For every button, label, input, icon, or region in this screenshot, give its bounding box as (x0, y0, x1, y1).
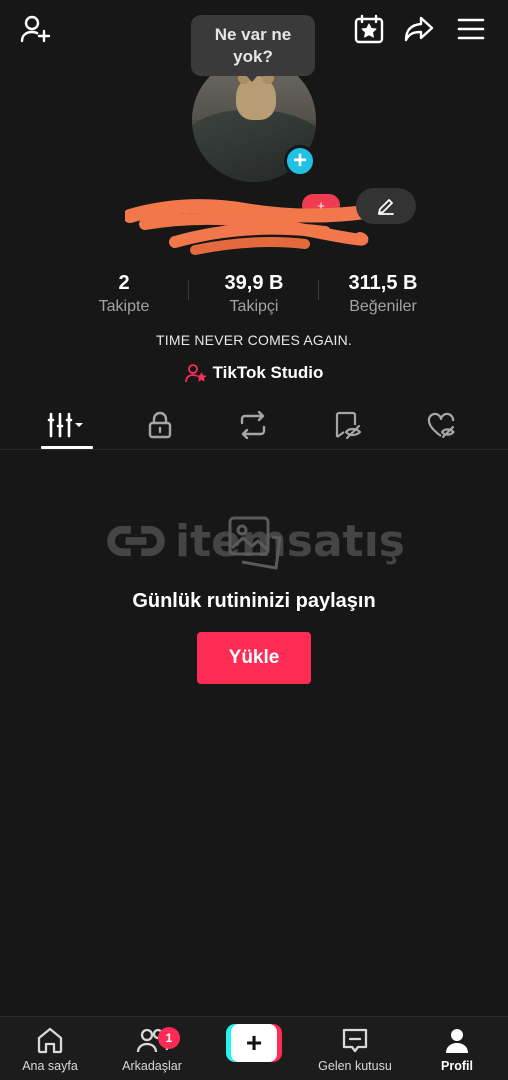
notification-badge: 1 (158, 1027, 180, 1049)
status-bubble-tail (245, 74, 259, 82)
edit-profile-button[interactable] (356, 188, 416, 224)
bottom-navigation: Ana sayfa 1 Arkadaşlar + Gelen kutusu Pr… (0, 1016, 508, 1080)
upload-button[interactable]: Yükle (197, 632, 311, 684)
profile-tabs (0, 400, 508, 450)
menu-icon[interactable] (454, 12, 488, 46)
plus-icon: + (231, 1024, 277, 1062)
nav-label: Arkadaşlar (122, 1059, 182, 1073)
share-icon[interactable] (402, 12, 436, 46)
inbox-icon (342, 1028, 368, 1053)
stat-value: 2 (118, 272, 130, 294)
nav-home[interactable]: Ana sayfa (0, 1025, 100, 1073)
grid-icon (47, 412, 83, 438)
stat-followers[interactable]: 39,9 B Takipçi (184, 270, 324, 316)
lock-icon (148, 411, 172, 439)
tiktok-studio-link[interactable]: TikTok Studio (0, 362, 508, 384)
nav-label: Gelen kutusu (318, 1059, 392, 1073)
stat-value: 311,5 B (348, 272, 418, 294)
add-story-icon[interactable]: + (284, 145, 316, 177)
status-bubble[interactable]: Ne var ne yok? (191, 15, 315, 76)
add-user-icon[interactable] (18, 12, 52, 46)
photo-icon (228, 516, 282, 570)
home-icon (37, 1027, 63, 1054)
nav-label: Ana sayfa (22, 1059, 78, 1073)
tab-reposts[interactable] (228, 406, 278, 444)
tab-videos[interactable] (42, 406, 92, 444)
stat-value: 39,9 B (224, 272, 284, 294)
stat-following[interactable]: 2 Takipte (54, 270, 194, 316)
nav-inbox[interactable]: Gelen kutusu (305, 1025, 405, 1073)
calendar-star-icon[interactable] (352, 12, 386, 46)
profile-stats: 2 Takipte 39,9 B Takipçi 311,5 B Beğenil… (0, 270, 508, 320)
watermark-text: itemsatış (175, 515, 405, 567)
stat-label: Takipte (98, 298, 150, 315)
profile-name-row: + (0, 188, 508, 258)
profile-bio: TIME NEVER COMES AGAIN. (156, 332, 352, 348)
tab-hidden[interactable] (322, 406, 372, 444)
profile-icon (446, 1029, 468, 1053)
tab-liked[interactable] (416, 406, 466, 444)
liked-icon (427, 412, 455, 439)
studio-label: TikTok Studio (212, 363, 324, 382)
redaction-scribble (125, 199, 370, 255)
hidden-icon (335, 411, 362, 439)
active-tab-indicator (41, 446, 93, 449)
avatar-lion-cub (236, 72, 276, 120)
stat-label: Takipçi (229, 298, 279, 315)
nav-profile[interactable]: Profil (407, 1025, 507, 1073)
studio-user-icon (184, 364, 207, 383)
tab-private[interactable] (135, 406, 185, 444)
pencil-icon (378, 199, 394, 215)
repost-icon (240, 411, 266, 439)
stat-likes[interactable]: 311,5 B Beğeniler (313, 270, 453, 316)
empty-state-title: Günlük rutininizi paylaşın (132, 590, 376, 612)
empty-state: itemsatış Günlük rutininizi paylaşın Yük… (0, 500, 508, 700)
watermark-logo-icon (107, 525, 165, 557)
create-button[interactable]: + (226, 1024, 282, 1062)
stat-label: Beğeniler (349, 298, 417, 315)
nav-label: Profil (441, 1059, 473, 1073)
nav-friends[interactable]: 1 Arkadaşlar (102, 1025, 202, 1073)
